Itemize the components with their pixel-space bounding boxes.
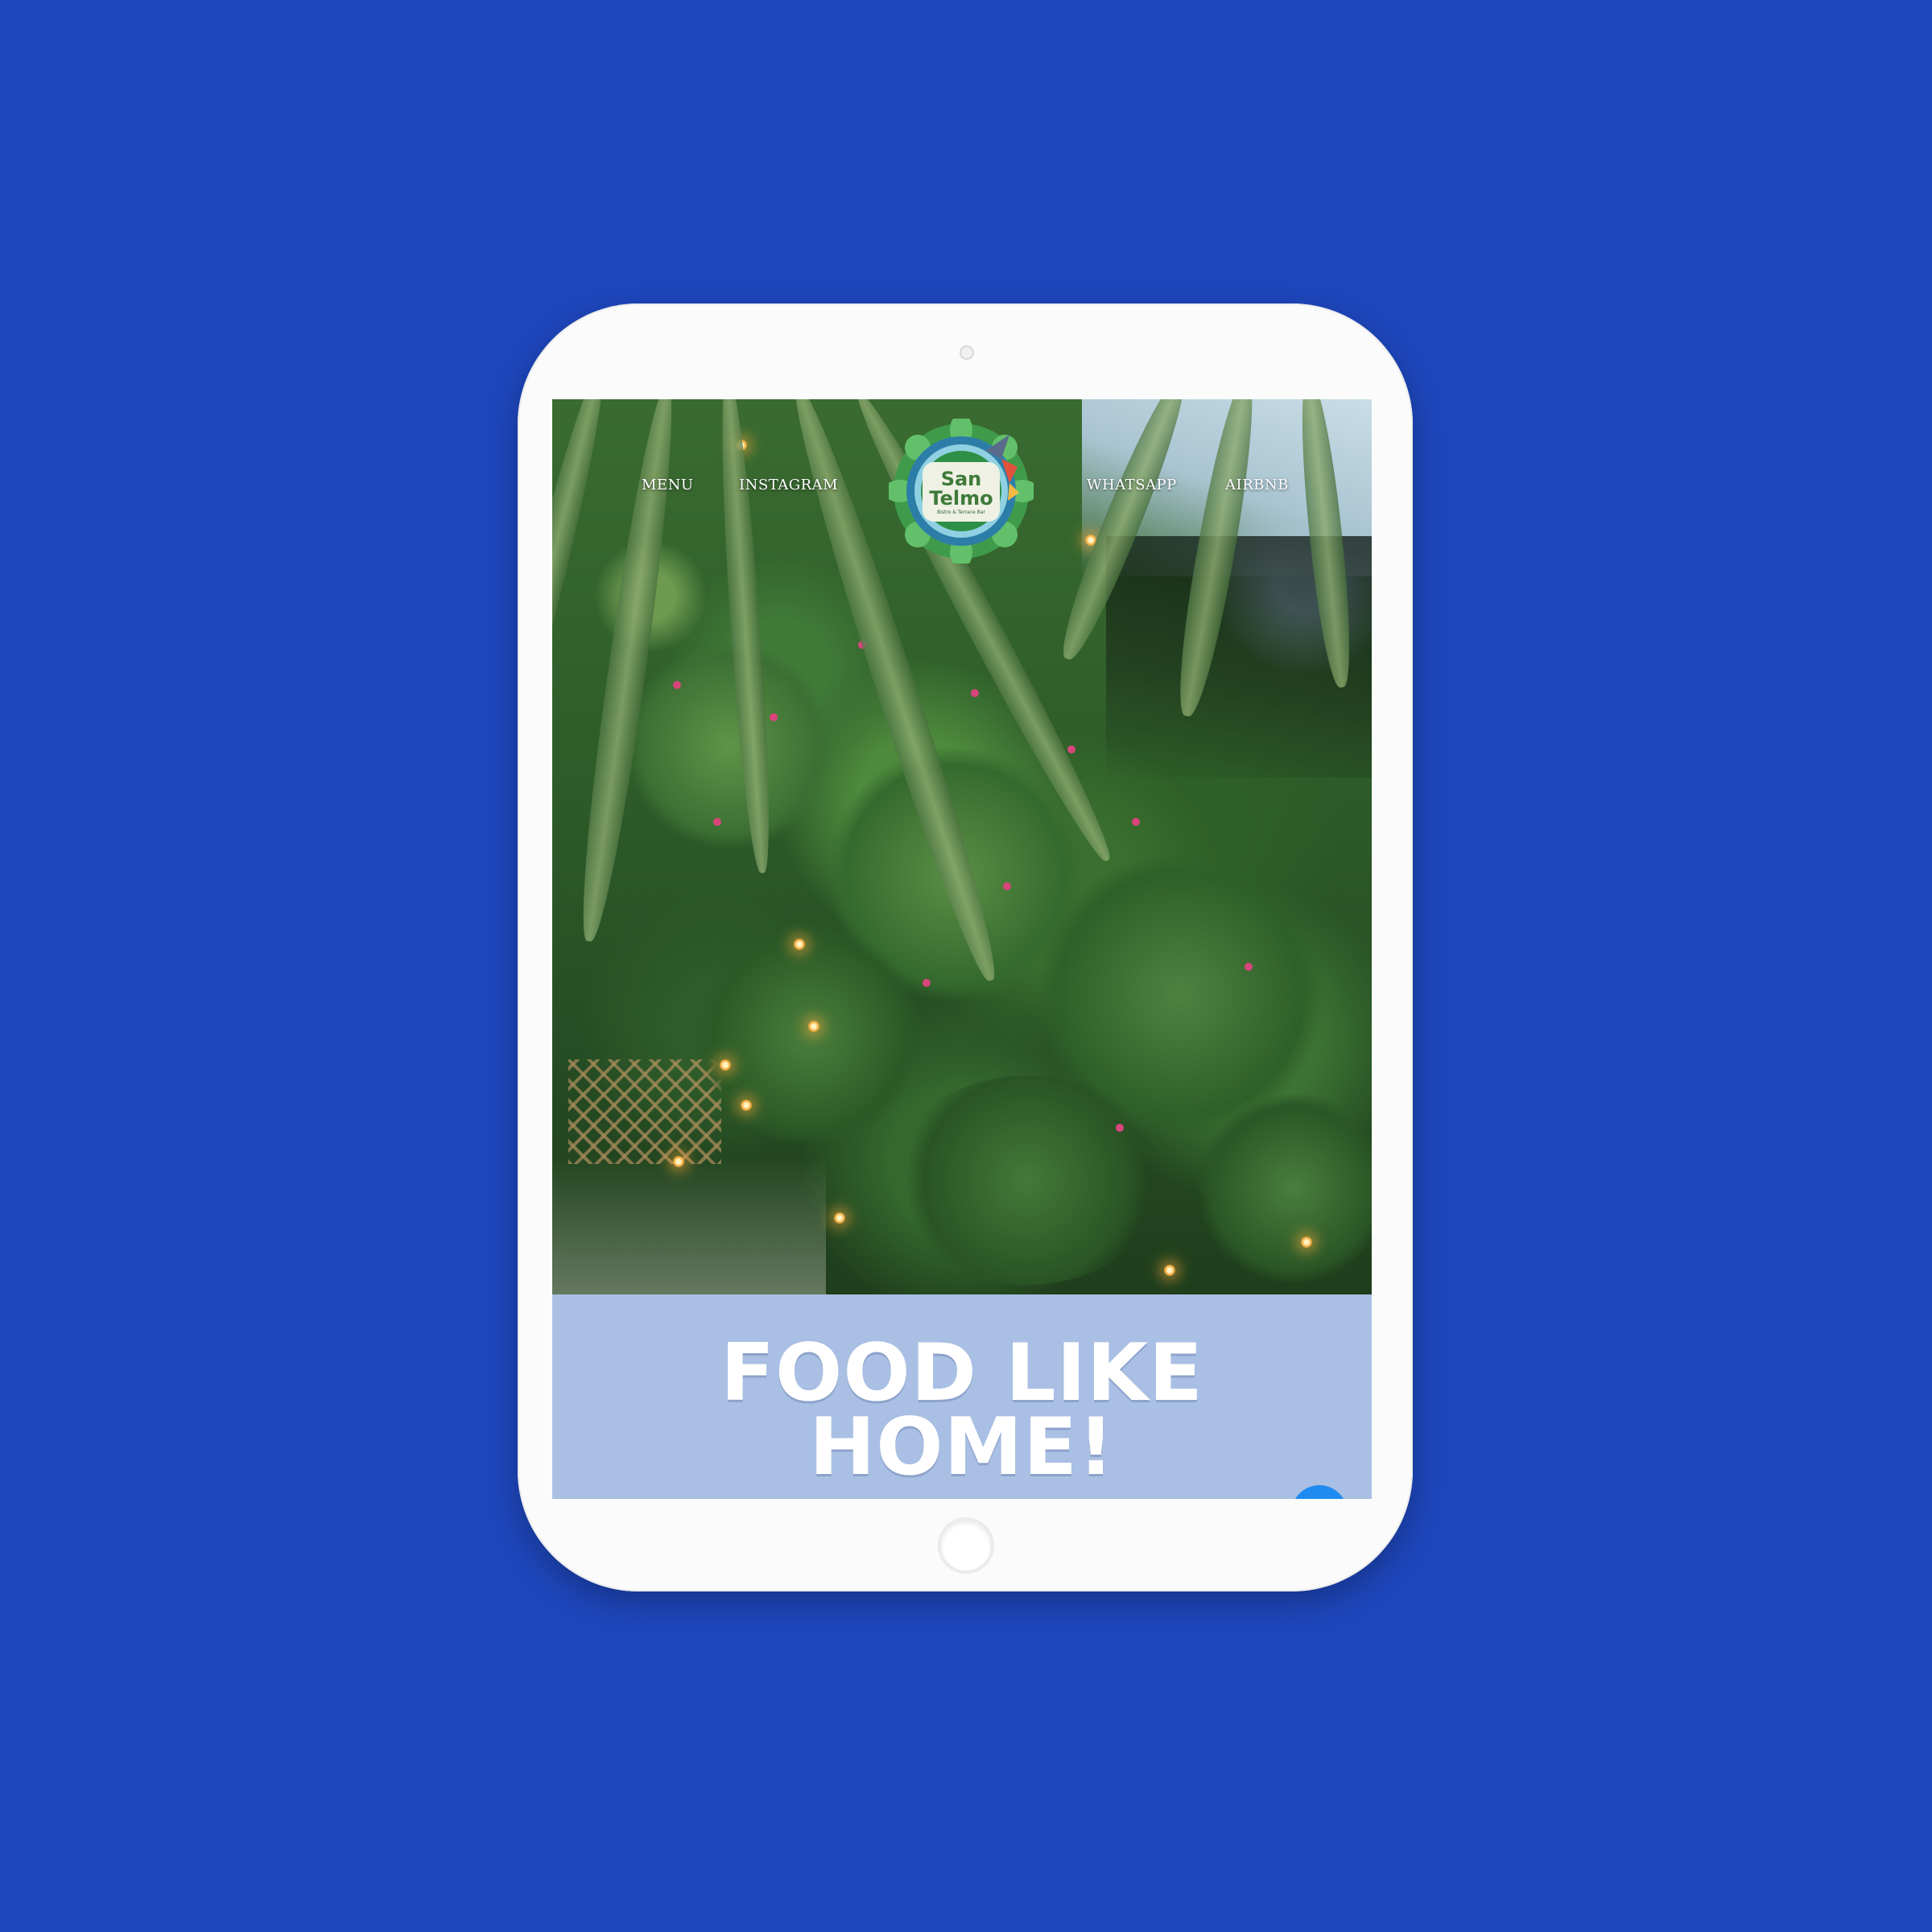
flower	[923, 979, 931, 987]
headline-banner: FOOD LIKE HOME!	[552, 1294, 1372, 1499]
logo-text-plate: San Telmo Bistro & Terrace Bar	[923, 462, 1000, 522]
foliage-cluster	[1196, 1092, 1372, 1285]
flower	[770, 713, 778, 721]
nav-airbnb-link[interactable]: AIRBNB	[1225, 477, 1289, 493]
wooden-lattice	[568, 1059, 721, 1164]
home-button[interactable]	[938, 1517, 994, 1574]
flower	[1132, 818, 1140, 826]
website-screen: MENU INSTAGRAM WHATSAPP AIRBNB San Telmo…	[552, 399, 1372, 1499]
nav-menu-link[interactable]: MENU	[642, 477, 694, 493]
flower	[1067, 745, 1075, 753]
white-wall	[552, 1158, 826, 1294]
string-light	[1301, 1236, 1312, 1248]
string-light	[1164, 1265, 1175, 1276]
flower	[673, 681, 681, 689]
headline-line-1: FOOD LIKE	[720, 1327, 1203, 1419]
foliage-cluster	[625, 641, 834, 850]
nav-whatsapp-link[interactable]: WHATSAPP	[1087, 477, 1177, 493]
flower	[713, 818, 721, 826]
logo-brand-line2: Telmo	[929, 486, 993, 510]
hero-image: MENU INSTAGRAM WHATSAPP AIRBNB San Telmo…	[552, 399, 1372, 1294]
page-background: MENU INSTAGRAM WHATSAPP AIRBNB San Telmo…	[0, 0, 1932, 1932]
flower	[1245, 963, 1253, 971]
string-light	[720, 1059, 731, 1071]
nav-instagram-link[interactable]: INSTAGRAM	[739, 477, 838, 493]
flower	[1116, 1124, 1124, 1132]
top-navigation: MENU INSTAGRAM WHATSAPP AIRBNB San Telmo…	[552, 399, 1372, 568]
foliage-cluster	[697, 923, 923, 1148]
foliage-cluster	[890, 1075, 1164, 1285]
string-light	[808, 1021, 819, 1032]
tablet-frame: MENU INSTAGRAM WHATSAPP AIRBNB San Telmo…	[518, 303, 1413, 1591]
string-light	[673, 1156, 684, 1167]
flower	[971, 689, 979, 697]
string-light	[794, 939, 805, 950]
san-telmo-logo[interactable]: San Telmo Bistro & Terrace Bar	[884, 414, 1038, 568]
logo-tagline: Bistro & Terrace Bar	[937, 509, 985, 515]
logo-brand-line1: San	[940, 467, 982, 490]
string-light	[834, 1212, 845, 1224]
camera-icon	[960, 345, 974, 360]
flower	[1003, 882, 1011, 890]
headline-line-2: HOME!	[809, 1402, 1115, 1493]
string-light	[741, 1100, 752, 1111]
